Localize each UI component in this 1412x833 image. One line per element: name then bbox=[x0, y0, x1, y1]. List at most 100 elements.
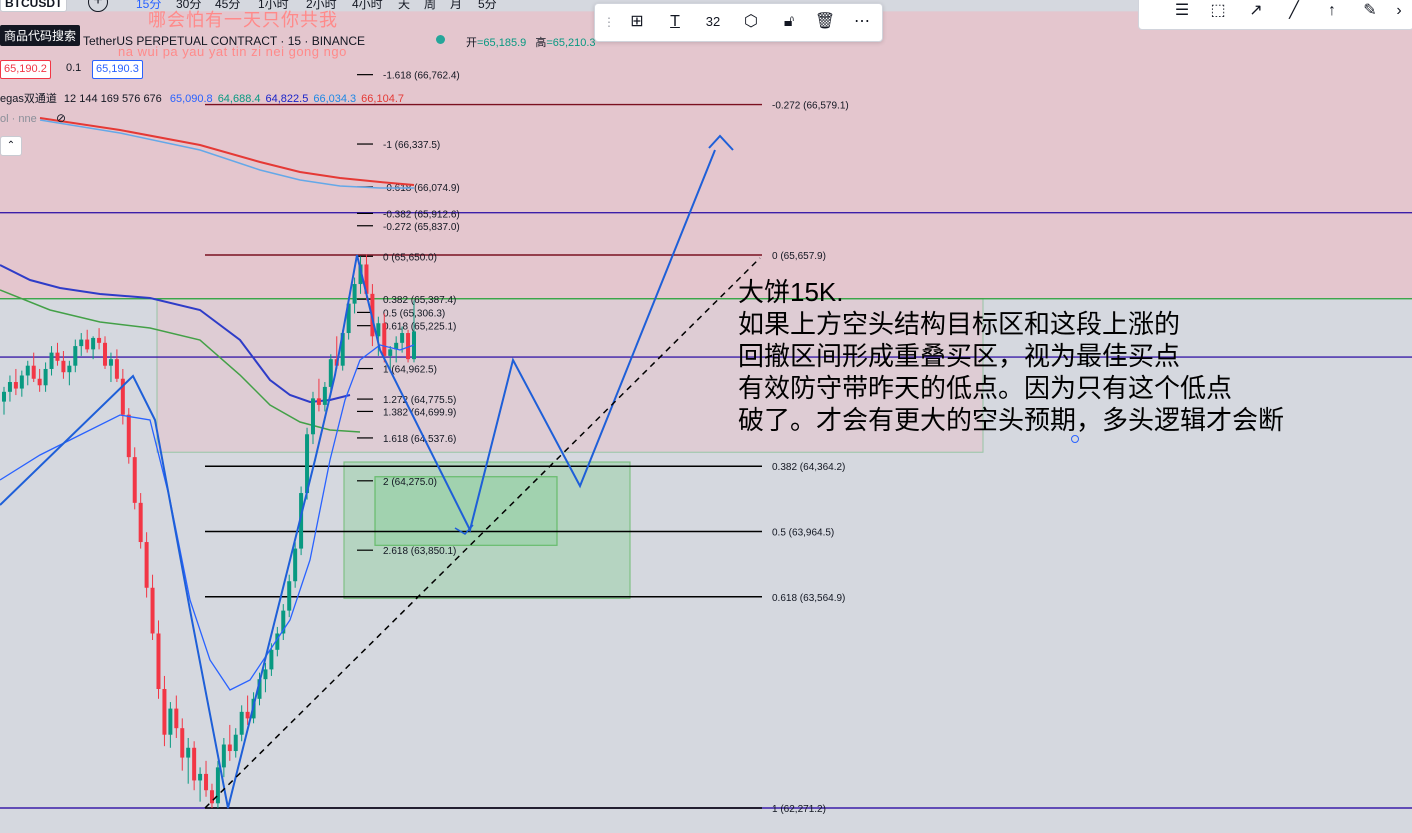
trend-line-icon[interactable]: ╱ bbox=[1281, 0, 1307, 23]
candle-body bbox=[388, 349, 393, 356]
candle-body bbox=[67, 365, 72, 373]
more-icon[interactable]: ⋯ bbox=[850, 10, 874, 34]
text-color-icon[interactable]: T bbox=[663, 10, 687, 34]
candle-body bbox=[180, 728, 185, 758]
settings-icon[interactable]: ⬡ bbox=[739, 10, 763, 34]
drawing-tools-panel: ☰ ⬚ ↗ ╱ ↑ ✎ › bbox=[1138, 0, 1412, 30]
fib-minor-label: 2.618 (63,850.1) bbox=[383, 546, 456, 557]
fib-tool-icon[interactable]: ☰ bbox=[1169, 0, 1195, 23]
templates-icon[interactable]: ⊞ bbox=[625, 10, 649, 34]
candle-body bbox=[138, 502, 143, 543]
fib-minor-label: 1.618 (64,537.6) bbox=[383, 434, 456, 445]
candle-body bbox=[204, 773, 209, 791]
fib-minor-label: 2 (64,275.0) bbox=[383, 477, 437, 488]
chart-symbol-title: TetherUS PERPETUAL CONTRACT · 15 · BINAN… bbox=[83, 34, 366, 48]
anchor-handle[interactable] bbox=[1071, 435, 1079, 443]
font-size-selector[interactable]: 32 bbox=[699, 10, 727, 34]
candle-body bbox=[31, 365, 36, 379]
sell-price-button[interactable]: 65,190.2 bbox=[0, 60, 51, 79]
candle-body bbox=[61, 360, 66, 373]
candle-body bbox=[73, 346, 78, 366]
fib-level-label: 0.618 (63,564.9) bbox=[772, 593, 845, 604]
candle-body bbox=[293, 548, 298, 582]
indicator-value-2: 64,822.5 bbox=[265, 93, 309, 105]
interval-5[interactable]: 4小时 bbox=[352, 0, 383, 12]
rectangle-tool-icon[interactable]: ⬚ bbox=[1205, 0, 1231, 23]
fib-minor-label: 0 (65,650.0) bbox=[383, 252, 437, 263]
open-label: 开 bbox=[466, 37, 477, 49]
fib-level-label: 0 (65,657.9) bbox=[772, 251, 826, 262]
symbol-search[interactable]: BTCUSDT bbox=[0, 0, 68, 12]
fib-minor-label: 1.272 (64,775.5) bbox=[383, 395, 456, 406]
candle-body bbox=[186, 747, 191, 758]
candle-body bbox=[13, 382, 18, 389]
indicator-value-4: 66,104.7 bbox=[361, 93, 404, 105]
fib-minor-label: -1 (66,337.5) bbox=[383, 140, 440, 151]
interval-8[interactable]: 月 bbox=[450, 0, 462, 12]
candle-body bbox=[174, 708, 179, 729]
arrow-up-tool-icon[interactable]: ↑ bbox=[1319, 0, 1345, 23]
candle-body bbox=[221, 744, 226, 768]
candle-body bbox=[198, 773, 203, 781]
candle-body bbox=[227, 744, 232, 752]
indicator-values: 65,090.8 64,688.4 64,822.5 66,034.3 66,104.7 bbox=[165, 93, 404, 105]
more-tools-icon[interactable]: › bbox=[1389, 0, 1409, 23]
fib-minor-label: -1.618 (66,762.4) bbox=[383, 71, 460, 82]
fib-level-label: 1 (62,271.2) bbox=[772, 804, 826, 815]
candle-body bbox=[150, 587, 155, 634]
candle-body bbox=[310, 398, 315, 435]
candle-body bbox=[79, 339, 84, 347]
analysis-annotation[interactable]: 大饼15K. 如果上方空头结构目标区和这段上涨的 回撤区间形成重叠买区，视为最佳… bbox=[738, 276, 1284, 436]
interval-9[interactable]: 5分 bbox=[478, 0, 497, 12]
candle-body bbox=[269, 649, 274, 670]
candle-body bbox=[7, 382, 12, 392]
candle-body bbox=[25, 365, 30, 376]
indicator-value-3: 66,034.3 bbox=[313, 93, 357, 105]
compare-add-icon[interactable]: + bbox=[88, 0, 108, 12]
lock-icon[interactable]: 🔓︎ bbox=[777, 10, 801, 34]
candle-body bbox=[192, 747, 197, 781]
high-value: =65,210.3 bbox=[546, 37, 596, 49]
indicator-value-1: 64,688.4 bbox=[217, 93, 261, 105]
indicator-name: egas双通道 bbox=[0, 93, 57, 105]
fib-minor-label: 0.382 (65,387.4) bbox=[383, 295, 456, 306]
candle-body bbox=[162, 688, 167, 735]
annotation-line: 破了。才会有更大的空头预期，多头逻辑才会断 bbox=[738, 405, 1285, 435]
candle-body bbox=[85, 339, 90, 350]
candle-body bbox=[245, 711, 250, 719]
candle-body bbox=[132, 457, 137, 503]
interval-7[interactable]: 周 bbox=[424, 0, 436, 12]
brush-tool-icon[interactable]: ✎ bbox=[1357, 0, 1383, 23]
interval-6[interactable]: 天 bbox=[398, 0, 410, 12]
candle-body bbox=[2, 391, 6, 402]
candle-body bbox=[144, 542, 149, 588]
buy-price-button[interactable]: 65,190.3 bbox=[92, 60, 143, 79]
indicator-legend[interactable]: egas双通道 12 144 169 576 676 65,090.8 64,68… bbox=[0, 90, 404, 106]
candle-body bbox=[263, 669, 268, 680]
indicator-params: 12 144 169 576 676 bbox=[63, 93, 162, 105]
annotation-line: 有效防守带昨天的低点。因为只有这个低点 bbox=[738, 373, 1233, 403]
candle-body bbox=[382, 323, 387, 356]
spread-value: 0.1 bbox=[66, 62, 82, 74]
drawing-toolbar: ⋮ ⊞ T 32 ⬡ 🔓︎ 🗑︎ ⋯ bbox=[594, 3, 883, 42]
candle-body bbox=[316, 398, 321, 405]
candle-body bbox=[156, 633, 161, 689]
indicator-value-0: 65,090.8 bbox=[169, 93, 213, 105]
annotation-line: 如果上方空头结构目标区和这段上涨的 bbox=[738, 309, 1181, 339]
candle-body bbox=[114, 359, 119, 379]
candle-body bbox=[233, 734, 238, 752]
collapse-legend-icon[interactable]: ⌃ bbox=[0, 136, 22, 156]
candle-body bbox=[37, 378, 42, 386]
candle-body bbox=[97, 337, 102, 343]
trash-icon[interactable]: 🗑︎ bbox=[813, 10, 837, 34]
path-tool-icon[interactable]: ↗ bbox=[1243, 0, 1269, 23]
fib-minor-label: -0.272 (65,837.0) bbox=[383, 222, 460, 233]
candle-body bbox=[322, 386, 327, 405]
high-label: 高 bbox=[535, 37, 547, 49]
candle-body bbox=[49, 352, 54, 369]
candle-body bbox=[209, 790, 214, 804]
hidden-eye-icon[interactable]: ⊘ bbox=[56, 111, 66, 125]
drag-handle-icon[interactable]: ⋮ bbox=[603, 10, 615, 34]
annotation-line: 大饼15K. bbox=[738, 277, 844, 307]
candle-body bbox=[126, 414, 131, 458]
